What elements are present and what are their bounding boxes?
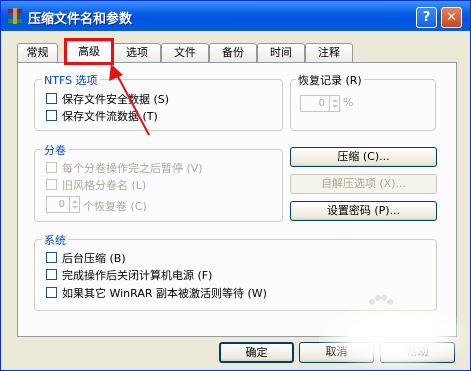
pause-each-volume-label: 每个分卷操作完之后暂停 (V) [62,162,203,175]
wait-other-label[interactable]: 如果其它 WinRAR 副本被激活则等待 (W) [62,285,267,301]
spin-down-icon [332,105,338,108]
ok-button[interactable]: 确定 [219,342,294,363]
dialog-window: 压缩文件名和参数 ? ✕ 常规 高级 选项 文件 备份 时间 注释 NTFS 选… [0,0,471,371]
help-title-button[interactable]: ? [416,7,437,28]
shutdown-label[interactable]: 完成操作后关闭计算机电源 (F) [62,267,212,283]
recovery-volumes-spin-arrows [69,197,79,212]
spin-up-icon [72,200,78,203]
background-checkbox[interactable] [46,252,57,263]
system-group-title: 系统 [42,232,68,248]
sfx-options-button: 自解压选项 (X)... [290,174,437,194]
recovery-unit: % [343,96,354,109]
tab-files[interactable]: 文件 [161,43,209,62]
tab-time[interactable]: 时间 [257,43,305,62]
save-streams-checkbox[interactable] [46,110,57,121]
tab-general[interactable]: 常规 [17,43,58,62]
save-security-checkbox[interactable] [46,93,57,104]
volumes-group-title: 分卷 [42,142,68,158]
tab-highlight-box [64,38,114,65]
ntfs-group-title: NTFS 选项 [42,72,100,88]
spin-down-icon [72,206,78,209]
window-title: 压缩文件名和参数 [28,12,133,27]
set-password-button[interactable]: 设置密码 (P)... [290,201,437,221]
wait-other-checkbox[interactable] [46,287,57,298]
tab-options[interactable]: 选项 [113,43,161,62]
shutdown-checkbox[interactable] [46,269,57,280]
title-bar[interactable]: 压缩文件名和参数 ? ✕ [1,1,470,31]
tab-comment[interactable]: 注释 [305,43,353,62]
close-button[interactable]: ✕ [441,7,462,28]
old-naming-checkbox [46,179,57,190]
winrar-icon [8,8,22,24]
old-naming-label: 旧风格分卷名 (L) [62,179,147,192]
compression-button[interactable]: 压缩 (C)... [290,147,437,167]
recovery-percent-value: 0 [318,98,325,109]
recovery-spin-arrows [329,96,339,111]
recovery-volumes-label: 个恢复卷 (C) [83,200,147,213]
tab-backup[interactable]: 备份 [209,43,257,62]
recovery-group-title: 恢复记录 (R) [296,72,364,88]
background-label[interactable]: 后台压缩 (B) [62,250,126,266]
watermark-overlay [319,303,467,369]
pause-each-volume-checkbox [46,162,57,173]
recovery-volumes-value: 0 [58,199,65,210]
annotation-arrow-icon [109,64,150,136]
spin-up-icon [332,99,338,102]
